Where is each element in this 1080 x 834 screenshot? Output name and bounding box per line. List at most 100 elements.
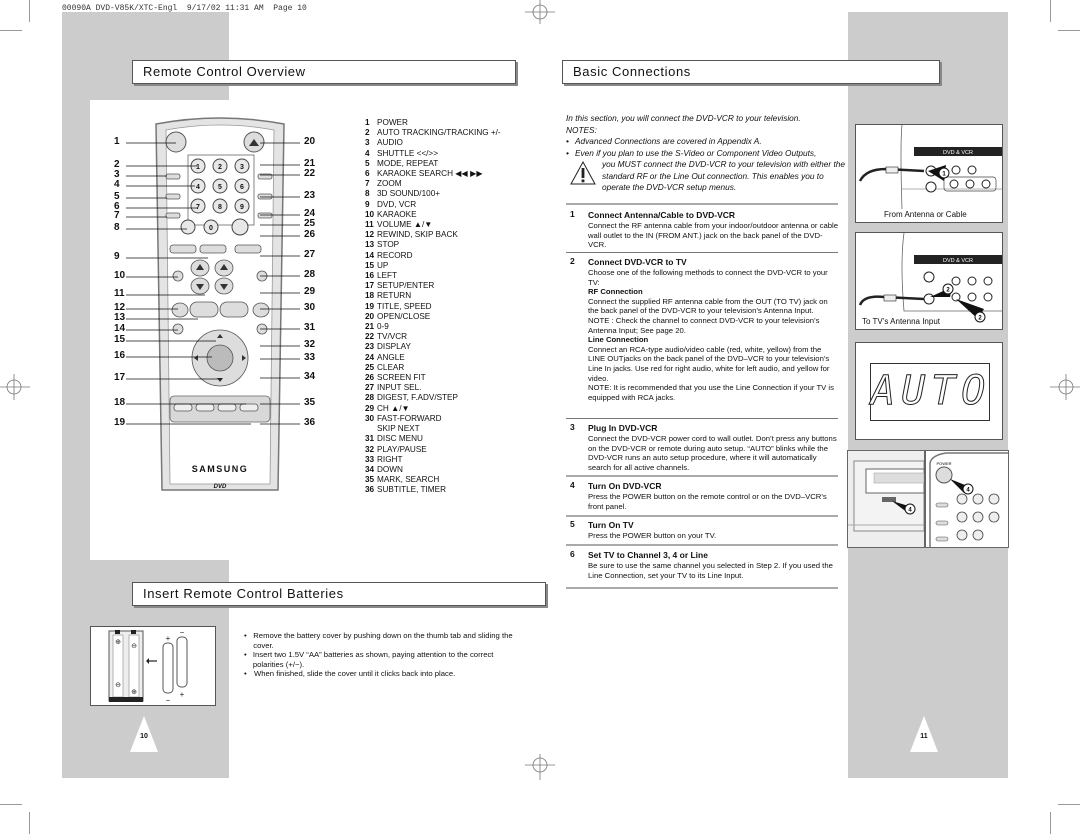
legend-item: 20 OPEN/CLOSE: [365, 312, 501, 322]
registration-mark-icon: [1050, 374, 1080, 400]
legend-number: 20: [365, 311, 375, 321]
remote-callout-number: 8: [114, 222, 120, 233]
legend-label: RECORD: [377, 250, 413, 260]
battery-compartment-illustration: ⊕⊖ ⊖⊕ +− −+: [108, 628, 188, 705]
legend-label: 0-9: [377, 322, 389, 332]
remote-callout-number: 11: [114, 288, 125, 299]
svg-text:5: 5: [218, 184, 222, 191]
figure-tv-connection: DVD & VCR 2 2 To TV’s Antenna Input: [855, 232, 1003, 330]
battery-instruction-item: • When finished, slide the cover until it…: [244, 669, 514, 679]
legend-label: UP: [377, 260, 389, 270]
remote-callout-number: 7: [114, 210, 120, 221]
remote-callout-number: 1: [114, 136, 120, 147]
rf-connection-body: Connect the supplied RF antenna cable fr…: [588, 296, 828, 316]
section-title-remote-overview: Remote Control Overview: [132, 60, 516, 84]
legend-label: OPEN/CLOSE: [377, 311, 431, 321]
legend-number: 16: [365, 271, 375, 281]
notes-label: NOTES:: [566, 124, 597, 135]
remote-callout-number: 10: [114, 270, 126, 281]
legend-number: 21: [365, 322, 375, 332]
legend-item: 5 MODE, REPEAT: [365, 159, 501, 169]
legend-number: 3: [365, 138, 370, 148]
svg-text:POWER: POWER: [936, 461, 951, 466]
legend-number: 32: [365, 444, 375, 454]
svg-text:2: 2: [218, 164, 222, 171]
bullet: •: [244, 669, 247, 679]
remote-callout-number: 36: [304, 417, 316, 428]
svg-text:7: 7: [196, 204, 200, 211]
remote-callout-number: 25: [304, 218, 316, 229]
auto-display-text: AUTO: [871, 368, 992, 415]
legend-item: 19 TITLE, SPEED: [365, 302, 501, 312]
tv-connection-illustration: DVD & VCR 2 2: [858, 232, 1002, 323]
legend-item: 34 DOWN: [365, 465, 501, 475]
remote-callout-number: 28: [304, 269, 316, 280]
remote-callout-number: 9: [114, 251, 120, 262]
legend-number: 7: [365, 179, 370, 189]
legend-label: SHUTTLE <</>>: [377, 148, 438, 158]
svg-text:9: 9: [240, 204, 244, 211]
figure-antenna-connection: DVD & VCR 1 From Antenna or Cable: [855, 124, 1003, 223]
divider: [566, 418, 838, 419]
battery-instruction-item: • Remove the battery cover by pushing dow…: [244, 631, 514, 650]
legend-label: CH ▲/▼: [377, 403, 410, 413]
svg-text:+: +: [180, 690, 185, 699]
legend-item: 33 RIGHT: [365, 455, 501, 465]
legend-item: 25 CLEAR: [365, 363, 501, 373]
remote-callout-number: 29: [304, 286, 316, 297]
legend-number: 1: [365, 118, 370, 127]
legend-number: 24: [365, 352, 375, 362]
legend-number: 2: [365, 128, 370, 138]
legend-item: 29 CH ▲/▼: [365, 404, 501, 414]
legend-number: 6: [365, 169, 370, 179]
legend-item: 14 RECORD: [365, 251, 501, 261]
legend-label: STOP: [377, 240, 400, 250]
line-connection-label: Line Connection: [588, 335, 649, 345]
legend-label: AUTO TRACKING/TRACKING +/-: [377, 128, 501, 138]
legend-item: 2 AUTO TRACKING/TRACKING +/-: [365, 128, 501, 138]
legend-label: INPUT SEL.: [377, 383, 422, 393]
remote-callout-number: 17: [114, 372, 126, 383]
legend-item: 6 KARAOKE SEARCH ◀◀ ▶▶: [365, 169, 501, 179]
warning-icon: [570, 161, 596, 185]
legend-label: FAST-FORWARD: [377, 413, 442, 423]
step-6: 6 Set TV to Channel 3, 4 or Line Be sure…: [570, 549, 838, 580]
step-title: Turn On DVD-VCR: [588, 481, 662, 491]
step-title: Connect Antenna/Cable to DVD-VCR: [588, 210, 736, 220]
page-number: 11: [920, 733, 928, 740]
legend-label: AUDIO: [377, 138, 403, 148]
remote-callout-number: 22: [304, 168, 316, 179]
note-item: • Even if you plan to use the S-Video or …: [566, 147, 817, 158]
legend-number: 17: [365, 281, 375, 291]
legend-item: SKIP NEXT: [365, 424, 501, 434]
step-title: Turn On TV: [588, 520, 634, 530]
bullet: •: [244, 631, 247, 640]
figure-front-panel: 4: [847, 450, 925, 548]
divider: [566, 587, 838, 589]
legend-number: 10: [365, 209, 375, 219]
svg-text:3: 3: [240, 164, 244, 171]
legend-label: KARAOKE SEARCH ◀◀ ▶▶: [377, 169, 483, 179]
legend-item: 15 UP: [365, 261, 501, 271]
remote-callout-number: 26: [304, 229, 316, 240]
legend-number: 31: [365, 434, 375, 444]
figure-auto-display: AUTO: [855, 342, 1003, 440]
remote-callout-number: 23: [304, 190, 316, 201]
crop-mark: [0, 804, 22, 805]
step-title: Connect DVD-VCR to TV: [588, 257, 687, 267]
page-number: 10: [140, 733, 148, 740]
divider: [566, 475, 838, 477]
svg-text:DVD & VCR: DVD & VCR: [943, 150, 973, 156]
legend-label: CLEAR: [377, 362, 405, 372]
legend-item: 27 INPUT SEL.: [365, 383, 501, 393]
legend-label: RIGHT: [377, 454, 403, 464]
legend-label: DOWN: [377, 464, 403, 474]
legend-item: 35 MARK, SEARCH: [365, 475, 501, 485]
rf-connection-note: NOTE : Check the channel to connect DVD-…: [588, 315, 820, 335]
legend-label: PLAY/PAUSE: [377, 444, 427, 454]
remote-callout-number: 18: [114, 397, 126, 408]
legend-number: 30: [365, 413, 375, 423]
svg-text:⊕: ⊕: [131, 689, 137, 696]
legend-number: 25: [365, 362, 375, 372]
remote-callout-number: 35: [304, 397, 316, 408]
